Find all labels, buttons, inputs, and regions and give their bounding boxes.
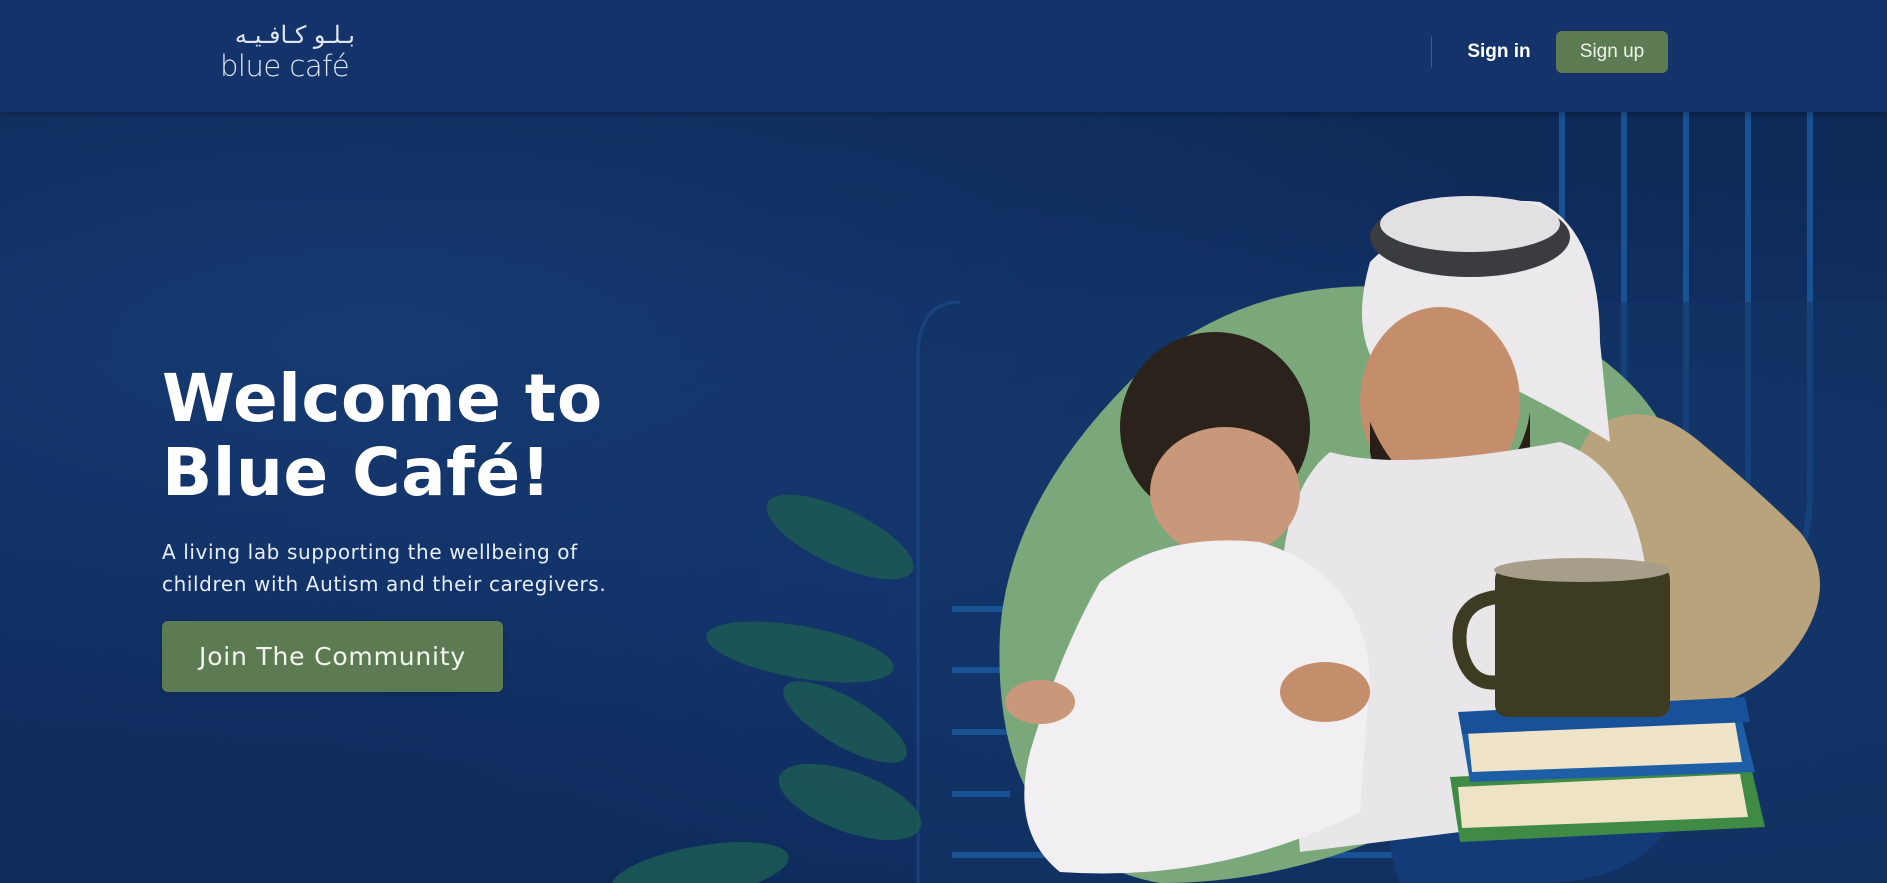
hero-subtitle-line-1: A living lab supporting the wellbeing of: [162, 540, 578, 564]
hero-subtitle: A living lab supporting the wellbeing of…: [162, 536, 722, 600]
sign-in-link[interactable]: Sign in: [1452, 34, 1546, 70]
nav-divider: [1431, 36, 1432, 68]
hero-subtitle-line-2: children with Autism and their caregiver…: [162, 572, 607, 596]
site-header: بـلـو كـافـيـه blue café Sign in Sign up: [0, 0, 1887, 112]
hero-section: Welcome to Blue Café! A living lab suppo…: [0, 112, 1887, 883]
join-community-button[interactable]: Join The Community: [162, 621, 503, 692]
hero-title-line-1: Welcome to: [162, 360, 603, 437]
hero-title-line-2: Blue Café!: [162, 434, 552, 511]
logo-arabic-text: بـلـو كـافـيـه: [234, 21, 355, 49]
hero-title: Welcome to Blue Café!: [162, 362, 782, 510]
sign-up-button[interactable]: Sign up: [1556, 31, 1668, 73]
blue-cafe-logo[interactable]: بـلـو كـافـيـه blue café: [220, 20, 355, 82]
logo-english-text: blue café: [220, 49, 350, 83]
